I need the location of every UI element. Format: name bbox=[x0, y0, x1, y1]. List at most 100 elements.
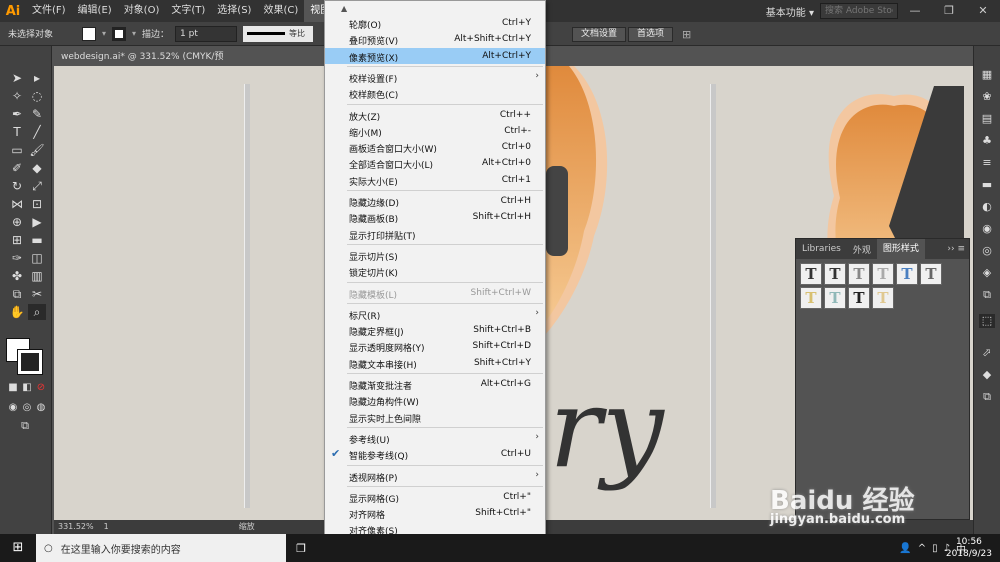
menu-item[interactable]: 隐藏渐变批注者 Alt+Ctrl+G bbox=[325, 376, 545, 392]
rectangle-tool-icon[interactable]: ▭ bbox=[8, 142, 26, 158]
gradient-tool-icon[interactable]: ▬ bbox=[28, 232, 46, 248]
graphic-styles-panel-icon[interactable]: ◎ bbox=[979, 244, 995, 258]
selection-tool-icon[interactable]: ➤ bbox=[8, 70, 26, 86]
menu-item[interactable]: 隐藏边角构件(W) bbox=[325, 392, 545, 408]
links-panel-icon[interactable]: ⧉ bbox=[979, 390, 995, 404]
layers-panel-icon[interactable]: ◈ bbox=[979, 266, 995, 280]
menu-item[interactable]: 画板适合窗口大小(W) Ctrl+0 bbox=[325, 139, 545, 155]
fill-swatch[interactable] bbox=[82, 26, 96, 41]
shape-builder-tool-icon[interactable]: ⊕ bbox=[8, 214, 26, 230]
transparency-panel-icon[interactable]: ◐ bbox=[979, 200, 995, 214]
graphic-style-swatch[interactable]: T bbox=[848, 263, 870, 285]
zoom-tool-icon[interactable]: ⌕ bbox=[28, 304, 46, 320]
screen-mode-icon[interactable]: ⧉ bbox=[16, 418, 34, 434]
stroke-profile-select[interactable]: 等比 bbox=[243, 25, 314, 42]
menu-item[interactable]: 对齐网格 Shift+Ctrl+" bbox=[325, 505, 545, 521]
appearance-panel-icon[interactable]: ◉ bbox=[979, 222, 995, 236]
menu-item[interactable]: 放大(Z) Ctrl++ bbox=[325, 107, 545, 123]
blend-tool-icon[interactable]: ◫ bbox=[28, 250, 46, 266]
stroke-swatch[interactable] bbox=[112, 26, 127, 41]
lasso-tool-icon[interactable]: ◌ bbox=[28, 88, 46, 104]
start-button[interactable]: ⊞ bbox=[0, 534, 36, 562]
minimize-button[interactable]: — bbox=[898, 0, 932, 22]
menu-item[interactable]: 隐藏文本串接(H) Shift+Ctrl+Y bbox=[325, 355, 545, 371]
menu-item[interactable]: 叠印预览(V) Alt+Shift+Ctrl+Y bbox=[325, 31, 545, 47]
draw-inside-icon[interactable]: ◍ bbox=[32, 400, 50, 416]
menu-item[interactable]: 标尺(R) › bbox=[325, 306, 545, 322]
asset-export-icon[interactable]: ⬚ bbox=[979, 314, 995, 328]
graphic-style-swatch[interactable]: T bbox=[872, 287, 894, 309]
menu-item[interactable]: 透视网格(P) › bbox=[325, 468, 545, 484]
tab-appearance[interactable]: 外观 bbox=[847, 243, 877, 256]
none-mode-icon[interactable]: ⊘ bbox=[32, 380, 50, 396]
taskbar-search[interactable]: ○ 在这里输入你要搜索的内容 bbox=[36, 534, 286, 562]
layers-stack-icon[interactable]: ◆ bbox=[979, 368, 995, 382]
rotate-tool-icon[interactable]: ↻ bbox=[8, 178, 26, 194]
zoom-level[interactable]: 331.52% bbox=[58, 520, 94, 534]
menu-object[interactable]: 对象(O) bbox=[118, 0, 166, 22]
shaper-tool-icon[interactable]: ✐ bbox=[8, 160, 26, 176]
brushes-panel-icon[interactable]: ❀ bbox=[979, 90, 995, 104]
stroke-panel-icon[interactable]: ≡ bbox=[979, 156, 995, 170]
graphic-style-swatch[interactable]: T bbox=[800, 287, 822, 309]
paintbrush-tool-icon[interactable]: 🖌 bbox=[28, 142, 46, 158]
graph-tool-icon[interactable]: ▥ bbox=[28, 268, 46, 284]
menu-item[interactable]: 显示打印拼贴(T) bbox=[325, 226, 545, 242]
gradient-panel-icon[interactable]: ▬ bbox=[979, 178, 995, 192]
magic-wand-tool-icon[interactable]: ✧ bbox=[8, 88, 26, 104]
menu-item[interactable]: 实际大小(E) Ctrl+1 bbox=[325, 172, 545, 188]
eyedropper-tool-icon[interactable]: ✑ bbox=[8, 250, 26, 266]
graphic-style-swatch[interactable]: T bbox=[872, 263, 894, 285]
tab-graphic-styles[interactable]: 图形样式 bbox=[876, 239, 925, 259]
color-panel-icon[interactable]: ▦ bbox=[979, 68, 995, 82]
pen-tool-icon[interactable]: ✒ bbox=[8, 106, 26, 122]
arrange-icon[interactable]: ⊞ bbox=[682, 28, 691, 41]
menu-select[interactable]: 选择(S) bbox=[211, 0, 257, 22]
workspace-switcher[interactable]: 基本功能 ▾ bbox=[760, 4, 820, 19]
graphic-style-swatch[interactable]: T bbox=[800, 263, 822, 285]
menu-item[interactable]: ✔ 智能参考线(Q) Ctrl+U bbox=[325, 446, 545, 462]
panel-menu-icon[interactable]: ›› ≡ bbox=[947, 244, 969, 254]
eraser-tool-icon[interactable]: ◆ bbox=[28, 160, 46, 176]
chevron-down-icon[interactable]: ▾ bbox=[102, 29, 106, 38]
graphic-style-swatch[interactable]: T bbox=[824, 287, 846, 309]
live-paint-tool-icon[interactable]: ▶ bbox=[28, 214, 46, 230]
people-icon[interactable]: 👤 bbox=[899, 543, 911, 554]
task-view-icon[interactable]: ❐ bbox=[286, 542, 316, 555]
menu-item[interactable]: 锁定切片(K) bbox=[325, 263, 545, 279]
chevron-down-icon[interactable]: ▾ bbox=[132, 29, 136, 38]
network-icon[interactable]: ▯ bbox=[932, 543, 938, 554]
scale-tool-icon[interactable]: ⤢ bbox=[28, 178, 46, 194]
menu-item[interactable]: 轮廓(O) Ctrl+Y bbox=[325, 15, 545, 31]
menu-item[interactable]: 隐藏画板(B) Shift+Ctrl+H bbox=[325, 209, 545, 225]
menu-item[interactable]: 参考线(U) › bbox=[325, 430, 545, 446]
menu-item[interactable]: 隐藏定界框(J) Shift+Ctrl+B bbox=[325, 322, 545, 338]
graphic-style-swatch[interactable]: T bbox=[896, 263, 918, 285]
free-transform-tool-icon[interactable]: ⊡ bbox=[28, 196, 46, 212]
stroke-color-box[interactable] bbox=[17, 349, 43, 375]
menu-item[interactable]: 校样设置(F) › bbox=[325, 69, 545, 85]
tab-libraries[interactable]: Libraries bbox=[796, 244, 847, 254]
swatches-panel-icon[interactable]: ▤ bbox=[979, 112, 995, 126]
menu-type[interactable]: 文字(T) bbox=[165, 0, 211, 22]
graphic-style-swatch[interactable]: T bbox=[920, 263, 942, 285]
symbol-sprayer-tool-icon[interactable]: ✤ bbox=[8, 268, 26, 284]
document-tab[interactable]: webdesign.ai* @ 331.52% (CMYK/预览) × bbox=[55, 48, 235, 80]
stroke-weight-field[interactable] bbox=[175, 25, 238, 42]
artboard-tool-icon[interactable]: ⧉ bbox=[8, 286, 26, 302]
menu-effect[interactable]: 效果(C) bbox=[257, 0, 304, 22]
menu-item[interactable]: 校样颜色(C) bbox=[325, 85, 545, 101]
perspective-grid-tool-icon[interactable]: ⊞ bbox=[8, 232, 26, 248]
menu-item[interactable]: 隐藏边缘(D) Ctrl+H bbox=[325, 193, 545, 209]
symbols-panel-icon[interactable]: ♣ bbox=[979, 134, 995, 148]
chevron-up-icon[interactable]: ^ bbox=[918, 543, 926, 554]
hand-tool-icon[interactable]: ✋ bbox=[8, 304, 26, 320]
document-setup-button[interactable]: 文档设置 bbox=[572, 27, 627, 42]
menu-item[interactable]: 显示透明度网格(Y) Shift+Ctrl+D bbox=[325, 338, 545, 354]
menu-item[interactable]: 显示网格(G) Ctrl+" bbox=[325, 489, 545, 505]
width-tool-icon[interactable]: ⋈ bbox=[8, 196, 26, 212]
menu-file[interactable]: 文件(F) bbox=[26, 0, 72, 22]
close-button[interactable]: ✕ bbox=[966, 0, 1000, 22]
restore-button[interactable]: ❐ bbox=[932, 0, 966, 22]
slice-tool-icon[interactable]: ✂ bbox=[28, 286, 46, 302]
